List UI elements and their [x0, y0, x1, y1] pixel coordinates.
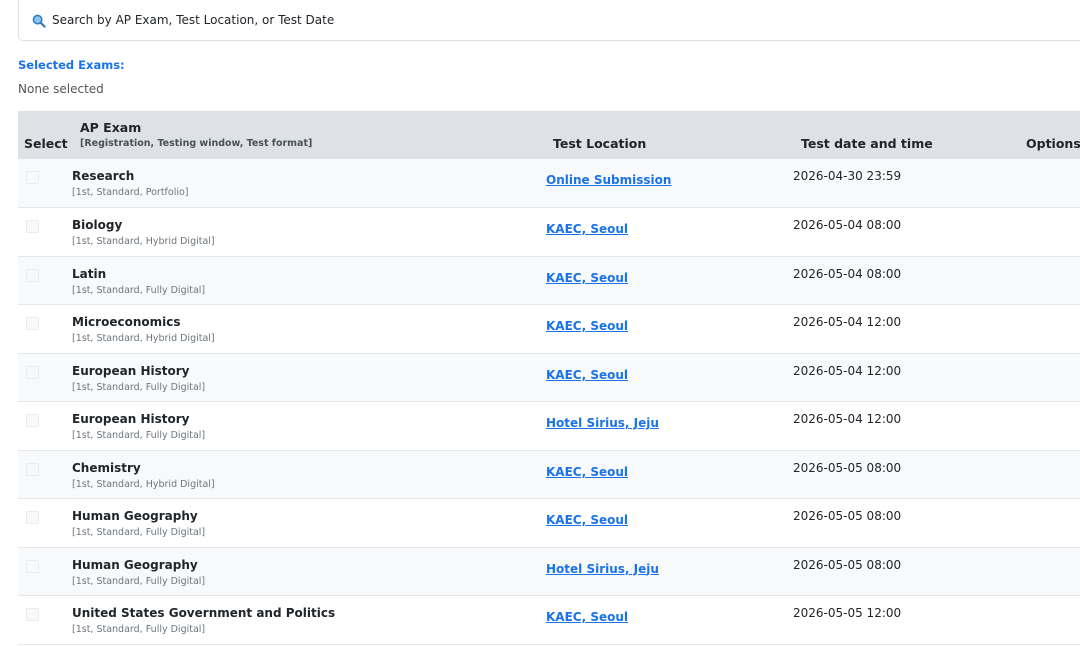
options-cell: [1026, 547, 1080, 596]
exam-name: Latin: [72, 266, 107, 281]
table-row: European History [1st, Standard, Fully D…: [18, 353, 1080, 402]
test-location-link[interactable]: KAEC, Seoul: [546, 271, 628, 285]
exam-name: Microeconomics: [72, 315, 181, 329]
exam-selection-page: Selected Exams: None selected Select AP …: [0, 0, 1080, 647]
options-cell: [1026, 596, 1080, 645]
options-cell: [1026, 305, 1080, 354]
test-datetime: 2026-04-30 23:59: [793, 169, 902, 183]
search-box[interactable]: [18, 0, 1080, 41]
select-checkbox[interactable]: [26, 365, 39, 379]
select-checkbox[interactable]: [26, 414, 39, 427]
select-checkbox[interactable]: [26, 317, 39, 330]
header-exam: AP Exam [Registration, Testing window, T…: [72, 111, 546, 159]
test-location-link[interactable]: Hotel Sirius, Jeju: [546, 562, 659, 576]
test-datetime: 2026-05-05 12:00: [793, 606, 902, 620]
exam-meta: [1st, Standard, Hybrid Digital]: [72, 236, 215, 247]
search-icon: [32, 13, 46, 28]
select-checkbox[interactable]: [26, 608, 39, 621]
table-row: United States Government and Politics [1…: [18, 595, 1080, 645]
exam-meta: [1st, Standard, Fully Digital]: [72, 624, 206, 635]
test-datetime: 2026-05-05 08:00: [793, 460, 902, 475]
test-datetime: 2026-05-04 12:00: [793, 412, 902, 426]
options-cell: [1026, 353, 1080, 402]
exam-meta: [1st, Standard, Hybrid Digital]: [72, 333, 215, 344]
exam-name: European History: [72, 363, 190, 378]
table-row: Latin [1st, Standard, Fully Digital] KAE…: [18, 256, 1080, 305]
exam-meta: [1st, Standard, Fully Digital]: [72, 284, 206, 296]
test-location-link[interactable]: Hotel Sirius, Jeju: [546, 416, 659, 430]
exam-name: Biology: [72, 218, 123, 232]
options-cell: [1026, 450, 1080, 499]
exam-name: Human Geography: [72, 557, 198, 572]
exam-meta: [1st, Standard, Hybrid Digital]: [72, 478, 215, 490]
header-exam-title: AP Exam: [80, 120, 142, 135]
test-location-link[interactable]: KAEC, Seoul: [546, 222, 628, 236]
test-datetime: 2026-05-04 12:00: [793, 315, 902, 329]
exam-name: Human Geography: [72, 509, 198, 523]
exam-name: Chemistry: [72, 460, 141, 475]
search-input[interactable]: [52, 13, 952, 27]
select-checkbox[interactable]: [26, 462, 39, 476]
exam-meta: [1st, Standard, Fully Digital]: [72, 381, 206, 393]
test-location-link[interactable]: Online Submission: [546, 173, 671, 187]
test-datetime: 2026-05-05 08:00: [793, 509, 902, 523]
options-cell: [1026, 499, 1080, 548]
header-datetime: Test date and time: [801, 136, 933, 151]
options-cell: [1026, 159, 1080, 208]
table-header: Select AP Exam [Registration, Testing wi…: [18, 111, 1080, 159]
header-exam-subtitle: [Registration, Testing window, Test form…: [80, 138, 313, 149]
table-row: European History [1st, Standard, Fully D…: [18, 401, 1080, 451]
options-cell: [1026, 208, 1080, 257]
header-location: Test Location: [553, 136, 647, 151]
test-datetime: 2026-05-04 08:00: [793, 218, 902, 232]
test-datetime: 2026-05-04 08:00: [793, 266, 902, 281]
table-row: Biology [1st, Standard, Hybrid Digital] …: [18, 207, 1080, 257]
table-row: Chemistry [1st, Standard, Hybrid Digital…: [18, 450, 1080, 499]
selected-exams-label: Selected Exams:: [18, 58, 125, 72]
options-cell: [1026, 402, 1080, 451]
test-location-link[interactable]: KAEC, Seoul: [546, 513, 628, 527]
exam-name: European History: [72, 412, 190, 426]
exam-name: United States Government and Politics: [72, 606, 336, 620]
select-checkbox[interactable]: [26, 511, 39, 524]
exam-meta: [1st, Standard, Fully Digital]: [72, 527, 206, 538]
test-datetime: 2026-05-05 08:00: [793, 557, 902, 572]
table-row: Human Geography [1st, Standard, Fully Di…: [18, 547, 1080, 596]
test-location-link[interactable]: KAEC, Seoul: [546, 465, 628, 479]
table-row: Microeconomics [1st, Standard, Hybrid Di…: [18, 304, 1080, 354]
table-body: Research [1st, Standard, Portfolio] Onli…: [18, 159, 1080, 644]
exam-meta: [1st, Standard, Fully Digital]: [72, 430, 206, 441]
test-datetime: 2026-05-04 12:00: [793, 363, 902, 378]
exam-meta: [1st, Standard, Fully Digital]: [72, 575, 206, 587]
exam-meta: [1st, Standard, Portfolio]: [72, 187, 189, 198]
select-checkbox[interactable]: [26, 559, 39, 573]
selected-exams-value: None selected: [18, 82, 104, 96]
exams-table: Select AP Exam [Registration, Testing wi…: [18, 111, 1080, 645]
select-checkbox[interactable]: [26, 220, 39, 233]
header-options: Options: [1026, 136, 1080, 151]
test-location-link[interactable]: KAEC, Seoul: [546, 610, 628, 624]
exam-name: Research: [72, 169, 135, 183]
select-checkbox[interactable]: [26, 171, 39, 184]
select-checkbox[interactable]: [26, 268, 39, 282]
table-row: Research [1st, Standard, Portfolio] Onli…: [18, 159, 1080, 208]
test-location-link[interactable]: KAEC, Seoul: [546, 368, 628, 382]
table-row: Human Geography [1st, Standard, Fully Di…: [18, 498, 1080, 548]
options-cell: [1026, 256, 1080, 305]
header-select: Select: [24, 136, 68, 151]
test-location-link[interactable]: KAEC, Seoul: [546, 319, 628, 333]
